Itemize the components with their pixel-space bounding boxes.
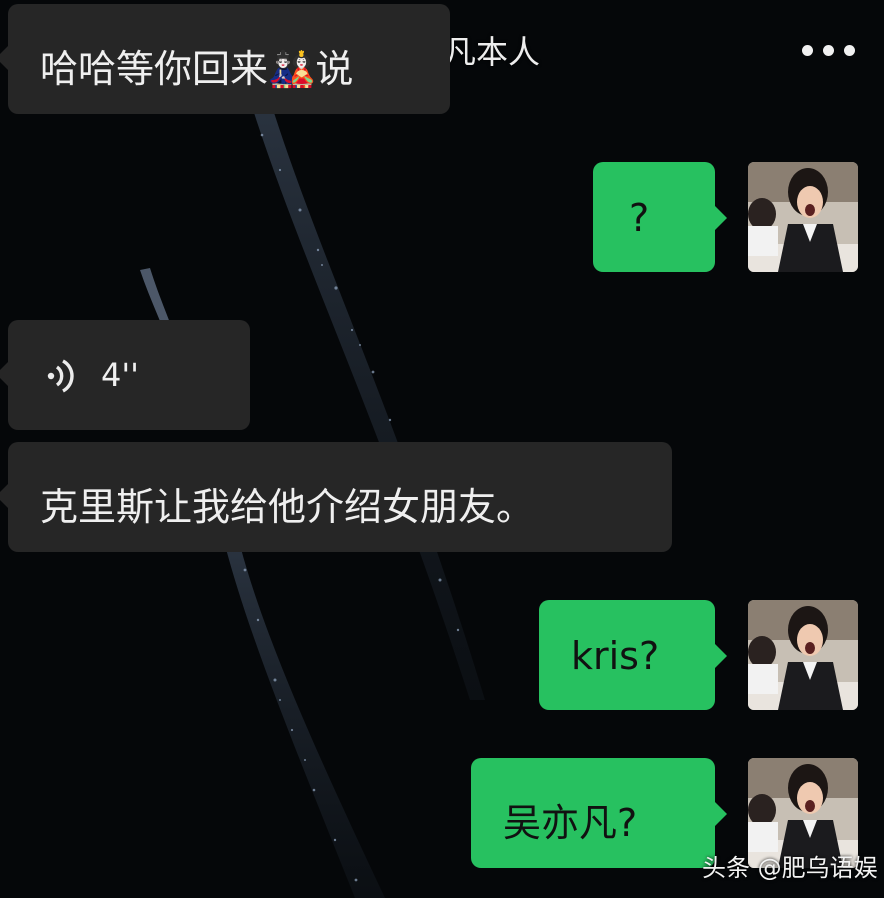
message-bubble-outgoing[interactable]: 吴亦凡?: [471, 758, 727, 868]
message-bubble-incoming[interactable]: 克里斯让我给他介绍女朋友。: [0, 442, 672, 552]
watermark: 头条 @肥乌语娱: [702, 854, 878, 882]
message-bubble-outgoing[interactable]: ?: [593, 162, 727, 272]
message-bubble-outgoing[interactable]: kris?: [539, 600, 727, 710]
message-text: ?: [629, 196, 650, 240]
voice-duration: 4'': [101, 356, 139, 394]
avatar[interactable]: [748, 600, 858, 710]
voice-wave-icon: [47, 359, 74, 393]
voice-message-bubble[interactable]: 4'': [0, 320, 250, 430]
message-text: kris?: [571, 634, 660, 678]
message-text: 吴亦凡?: [503, 801, 638, 845]
avatar[interactable]: [748, 162, 858, 272]
message-text: 哈哈等你回来🎎说: [40, 47, 354, 91]
more-dots-icon[interactable]: [800, 40, 858, 62]
message-text: 克里斯让我给他介绍女朋友。: [40, 485, 535, 529]
message-bubble-incoming[interactable]: 哈哈等你回来🎎说: [0, 4, 450, 114]
